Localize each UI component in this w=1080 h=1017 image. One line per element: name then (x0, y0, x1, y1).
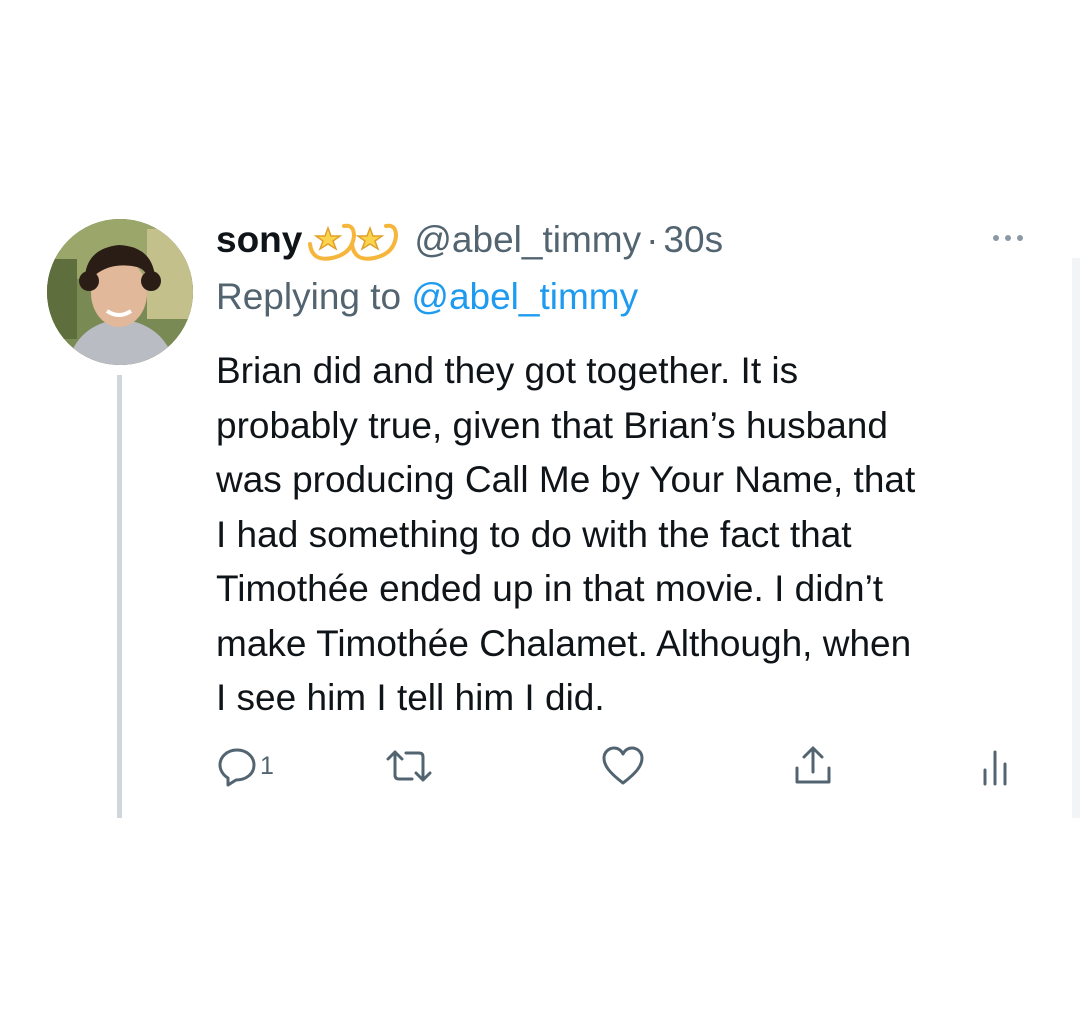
body-line: Timothée ended up in that movie. I didn’… (216, 568, 884, 609)
handle[interactable]: @abel_timmy (414, 219, 641, 261)
avatar[interactable] (47, 219, 193, 365)
body-line: was producing Call Me by Your Name, that (216, 459, 916, 500)
dizzy-star-emoji (348, 218, 400, 262)
right-edge-strip (1072, 258, 1080, 818)
more-options-button[interactable] (990, 228, 1030, 248)
body-line: make Timothée Chalamet. Although, when (216, 622, 912, 664)
action-bar: 1 (0, 740, 1080, 800)
tweet-header: sony @abel_timmy · 30s (216, 214, 723, 266)
retweet-icon (386, 750, 432, 782)
body-line: Brian did and they got together. It is (216, 350, 799, 391)
separator-dot: · (646, 219, 659, 260)
replying-to: Replying to @abel_timmy (216, 276, 638, 318)
more-horizontal-icon (993, 235, 1023, 241)
body-line: I had something to do with the fact that (216, 513, 852, 555)
avatar-photo (47, 219, 193, 365)
timestamp[interactable]: 30s (663, 219, 723, 261)
share-button[interactable] (792, 740, 834, 792)
body-line: probably true, given that Brian’s husban… (216, 404, 888, 446)
analytics-icon (983, 750, 1007, 786)
reply-count: 1 (260, 751, 274, 780)
like-button[interactable] (600, 740, 646, 792)
reply-icon (218, 748, 256, 787)
replying-to-mention[interactable]: @abel_timmy (411, 276, 638, 317)
analytics-button[interactable] (980, 740, 1014, 792)
share-icon (795, 746, 831, 784)
retweet-button[interactable] (384, 740, 434, 792)
heart-icon (602, 746, 644, 785)
display-name[interactable]: sony (216, 219, 302, 261)
tweet-body: Brian did and they got together. It is p… (216, 344, 1056, 726)
reply-button[interactable]: 1 (216, 740, 274, 792)
body-line: I see him I tell him I did. (216, 677, 605, 718)
tweet[interactable]: sony @abel_timmy · 30s Replying to @abel… (0, 0, 1080, 1017)
replying-prefix: Replying to (216, 276, 402, 317)
